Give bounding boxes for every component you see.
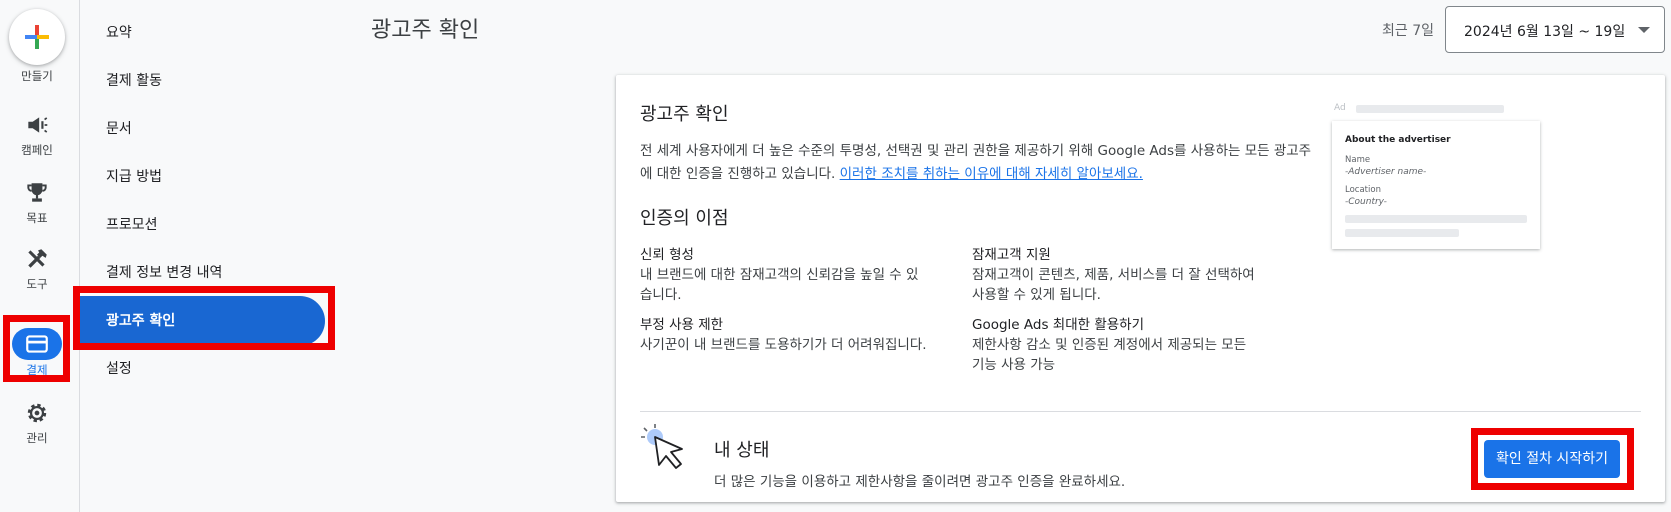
highlight-box-start-button <box>1471 428 1634 490</box>
left-rail: 만들기 캠페인 목표 도구 결제 관리 <box>0 0 80 512</box>
subnav-item-summary[interactable]: 요약 <box>80 8 325 58</box>
benefit-item: 잠재고객 지원 잠재고객이 콘텐츠, 제품, 서비스를 더 잘 선택하여 사용할… <box>972 245 1262 305</box>
benefit-title: 부정 사용 제한 <box>640 317 724 333</box>
subnav-item-settings[interactable]: 설정 <box>80 344 325 394</box>
benefit-text: 잠재고객이 콘텐츠, 제품, 서비스를 더 잘 선택하여 사용할 수 있게 됩니… <box>972 267 1255 303</box>
date-range-value: 2024년 6월 13일 ~ 19일 <box>1464 24 1626 40</box>
about-advertiser-title: About the advertiser <box>1345 135 1451 145</box>
benefit-text: 제한사항 감소 및 인증된 계정에서 제공되는 모든 기능 사용 가능 <box>972 337 1247 373</box>
plus-icon <box>25 25 49 49</box>
learn-more-link[interactable]: 이러한 조치를 취하는 이유에 대해 자세히 알아보세요. <box>840 166 1143 182</box>
location-label: Location <box>1345 185 1381 195</box>
rail-item-label: 목표 <box>26 211 48 225</box>
benefit-item: Google Ads 최대한 활용하기 제한사항 감소 및 인증된 계정에서 제… <box>972 315 1262 375</box>
card-description: 전 세계 사용자에게 더 높은 수준의 투명성, 선택권 및 관리 권한을 제공… <box>640 140 1320 186</box>
status-heading: 내 상태 <box>714 440 770 461</box>
create-button[interactable] <box>9 9 65 65</box>
benefit-text: 내 브랜드에 대한 잠재고객의 신뢰감을 높일 수 있습니다. <box>640 267 919 303</box>
subnav-item-billing-activity[interactable]: 결제 활동 <box>80 56 325 106</box>
cursor-click-icon <box>641 424 683 469</box>
benefit-item: 부정 사용 제한 사기꾼이 내 브랜드를 도용하기가 더 어려워집니다. <box>640 315 930 355</box>
trophy-icon <box>27 183 47 202</box>
tools-icon <box>28 249 47 268</box>
name-label: Name <box>1345 155 1371 165</box>
dropdown-arrow-icon <box>1638 27 1650 33</box>
date-range-select[interactable]: 2024년 6월 13일 ~ 19일 <box>1445 6 1665 53</box>
benefit-title: Google Ads 최대한 활용하기 <box>972 317 1145 333</box>
ad-tag: Ad <box>1334 103 1346 113</box>
megaphone-icon <box>28 117 48 133</box>
benefit-title: 잠재고객 지원 <box>972 247 1051 263</box>
placeholder-bar <box>1345 215 1527 223</box>
rail-item-label: 캠페인 <box>21 143 53 157</box>
subnav-item-payment-methods[interactable]: 지급 방법 <box>80 152 325 202</box>
card-title: 광고주 확인 <box>640 104 729 125</box>
benefit-item: 신뢰 형성 내 브랜드에 대한 잠재고객의 신뢰감을 높일 수 있습니다. <box>640 245 930 305</box>
benefit-text: 사기꾼이 내 브랜드를 도용하기가 더 어려워집니다. <box>640 337 927 353</box>
benefits-heading: 인증의 이점 <box>640 208 729 229</box>
subnav-item-promotions[interactable]: 프로모션 <box>80 200 325 250</box>
date-range-label: 최근 7일 <box>1382 23 1434 39</box>
status-description: 더 많은 기능을 이용하고 제한사항을 줄이려면 광고주 인증을 완료하세요. <box>714 474 1126 490</box>
about-advertiser-card: About the advertiser Name -Advertiser na… <box>1332 121 1540 249</box>
placeholder-bar <box>1345 229 1459 237</box>
gear-icon <box>27 403 47 423</box>
name-value: -Advertiser name- <box>1345 167 1427 177</box>
highlight-box-verification <box>73 286 335 350</box>
benefit-title: 신뢰 형성 <box>640 247 694 263</box>
page-title: 광고주 확인 <box>371 18 480 43</box>
section-divider <box>640 411 1641 412</box>
create-label: 만들기 <box>21 69 53 83</box>
placeholder-bar <box>1356 105 1504 113</box>
rail-item-label: 관리 <box>26 431 48 445</box>
location-value: -Country- <box>1345 197 1387 207</box>
subnav-item-documents[interactable]: 문서 <box>80 104 325 154</box>
highlight-box-billing <box>3 315 70 382</box>
billing-subnav: 요약 결제 활동 문서 지급 방법 프로모션 결제 정보 변경 내역 광고주 확… <box>80 0 340 512</box>
rail-item-label: 도구 <box>26 277 48 291</box>
